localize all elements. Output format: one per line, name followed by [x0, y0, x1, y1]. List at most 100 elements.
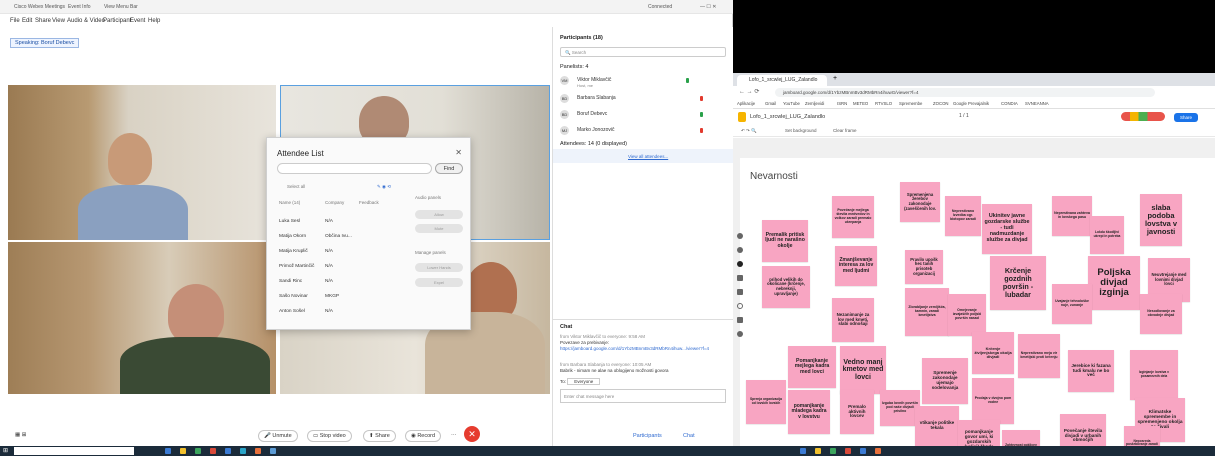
app-icon[interactable]	[875, 448, 881, 454]
layout-icon[interactable]: ▦ ⊞	[10, 430, 32, 442]
start-icon[interactable]: ⊞	[3, 447, 8, 454]
app-icon[interactable]	[845, 448, 851, 454]
attendee-search-input[interactable]	[277, 163, 432, 174]
sticky-note[interactable]: Izguba lovnih površin pod naše divjadi p…	[880, 390, 920, 426]
app-icon[interactable]	[165, 448, 171, 454]
sticky-note[interactable]: Krčenje gozdnih površin - lubadar	[990, 256, 1046, 310]
undo-redo-icons[interactable]: ↶ ↷ 🔍	[741, 128, 757, 134]
textbox-icon[interactable]	[737, 317, 743, 323]
menu-participant[interactable]: Participant	[103, 18, 131, 24]
panelist-row[interactable]: VM Viktor Miklavčič Host, me	[560, 75, 730, 88]
sticky-note[interactable]: Ukinitev javne gozdarske službe - tudi n…	[982, 204, 1032, 254]
allow-button[interactable]: Allow	[415, 210, 463, 219]
mic-muted-icon[interactable]	[700, 128, 703, 133]
bookmark[interactable]: Gmail	[765, 101, 776, 106]
sticky-note[interactable]: Lokdu škodljivi ukrepi in potreba	[1090, 216, 1124, 254]
set-background-button[interactable]: Set background	[785, 128, 817, 133]
find-button[interactable]: Find	[435, 163, 463, 174]
sticky-note[interactable]: Povečanje mejlega števila medvedov in vo…	[832, 196, 874, 238]
pen-icon[interactable]	[737, 233, 743, 239]
menu-event[interactable]: Event	[130, 18, 145, 24]
column-feedback[interactable]: Feedback	[359, 200, 379, 205]
sticky-note[interactable]: Zlorabljanje zemljišča, kamnin, zaradi k…	[905, 288, 949, 336]
bookmark[interactable]: METEO	[853, 101, 868, 106]
sticky-note[interactable]: Pomanjkanje mejlega kadra med lovci	[788, 346, 836, 388]
sticky-note[interactable]: Nezanimanje za lov med kmeti, slabi odno…	[832, 298, 874, 342]
attendee-row[interactable]: Sašo Novinar MKGP	[277, 291, 397, 303]
sticky-note[interactable]: Neprestivano meja vir kmetijski proti kr…	[1018, 334, 1060, 378]
menu-edit[interactable]: Edit	[22, 18, 32, 24]
nav-icons[interactable]: ← → ⟳	[739, 88, 759, 95]
chat-input[interactable]: Enter chat message here	[560, 389, 726, 403]
sticky-note[interactable]: vtikanje politike tekala	[915, 406, 959, 446]
attendee-row[interactable]: Anton Sošel N/A	[277, 306, 397, 318]
sticky-note[interactable]: Spremenje zakonodaje ujemajo sodelovanja	[922, 358, 968, 404]
view-menu-bar-tab[interactable]: View Menu Bar	[104, 4, 138, 10]
panelist-row[interactable]: BD Boruf Debevc	[560, 109, 730, 121]
new-tab-icon[interactable]: +	[833, 75, 837, 82]
unmute-button[interactable]: 🎤 Unmute	[258, 430, 298, 442]
app-icon[interactable]	[240, 448, 246, 454]
bookmark[interactable]: SVNEANNA	[1025, 101, 1049, 106]
record-button[interactable]: ◉ Record	[405, 430, 442, 442]
app-icon[interactable]	[860, 448, 866, 454]
sticky-note[interactable]: Omejevanje izvajaščih poljski površin na…	[948, 294, 986, 336]
sticky-note[interactable]: Uvajanje tehnološke nuje, zunanje	[1052, 284, 1092, 324]
app-icon[interactable]	[830, 448, 836, 454]
attendee-row[interactable]: Matija Kruplič N/A	[277, 246, 397, 258]
app-icon[interactable]	[180, 448, 186, 454]
chat-recipient[interactable]: To: Everyone	[560, 378, 601, 385]
attendee-row[interactable]: Matija Okorn Občina Ivu...	[277, 231, 397, 243]
column-company[interactable]: Company	[325, 200, 344, 205]
column-name[interactable]: Name (14)	[279, 200, 300, 205]
video-tile-3[interactable]	[8, 242, 276, 394]
event-info-tab[interactable]: Event Info	[68, 4, 91, 10]
app-icon[interactable]	[225, 448, 231, 454]
menu-help[interactable]: Help	[148, 18, 160, 24]
mic-muted-icon[interactable]	[700, 96, 703, 101]
menu-view[interactable]: View	[52, 18, 65, 24]
clear-frame-button[interactable]: Clear frame	[833, 128, 857, 133]
mic-on-icon[interactable]	[686, 78, 689, 83]
mic-on-icon[interactable]	[700, 112, 703, 117]
app-icon[interactable]	[195, 448, 201, 454]
sticky-note[interactable]: Pravilo upošk hec tanih prisoteb organiz…	[905, 250, 943, 284]
sticky-note[interactable]: Premalo aktivnih lovcev	[840, 390, 874, 434]
sticky-note[interactable]: Jerebice ki fazana tudi kmalu ne bo več	[1068, 350, 1114, 392]
sticky-note[interactable]: prihod velikih do okolicane (krčenje, ne…	[762, 266, 810, 308]
sticky-note[interactable]: Neprestivano Izvedba ogr. biotopov zarad…	[945, 196, 981, 236]
jamboard-share-button[interactable]: Share	[1174, 113, 1198, 122]
sticky-note[interactable]: slaba podoba lovstva v javnosti	[1140, 194, 1182, 246]
bookmark[interactable]: ZOCON	[933, 101, 949, 106]
attendee-row[interactable]: Primož Martinčič N/A	[277, 261, 397, 273]
bookmark[interactable]: Aplikacije	[737, 101, 755, 106]
sticky-note[interactable]: Izginjanje lovstva v posameznih dela	[1130, 350, 1178, 400]
attendee-tools-icons[interactable]: ✎ ◉ ⟲	[377, 184, 391, 190]
view-all-attendees-link[interactable]: View all attendees...	[628, 154, 668, 159]
browser-tab[interactable]: Lofo_1_srcwlej_LUG_Zalandlo	[737, 75, 827, 86]
sticky-note[interactable]: Nesodlovanje za obvodnje divjad	[1140, 294, 1182, 334]
menu-audio-video[interactable]: Audio & Video	[67, 18, 105, 24]
url-field[interactable]: jamboard.google.com/d/1YbzMBnmBv3dRMbRn4…	[775, 88, 1155, 97]
bookmark[interactable]: ISRN	[837, 101, 847, 106]
chat-toggle[interactable]: Chat	[678, 431, 700, 443]
video-tile-1[interactable]	[8, 85, 276, 240]
participant-search-input[interactable]: 🔍 Search	[560, 47, 726, 57]
chat-link[interactable]: https://jamboard.google.com/d/1YbzMBnmBv…	[560, 346, 725, 351]
app-icon[interactable]	[815, 448, 821, 454]
sticky-note[interactable]: Poljska divjad izginja	[1088, 256, 1140, 310]
menu-file[interactable]: File	[10, 18, 20, 24]
sticky-note[interactable]: Krčenje življenjskega okolja divjadi	[972, 332, 1014, 374]
window-controls[interactable]: — ☐ ✕	[700, 4, 716, 10]
attendee-row[interactable]: Luka Sesl N/A	[277, 216, 397, 228]
sticky-note[interactable]: Premalik pritisk ljudi ne narašno okolje	[762, 220, 808, 262]
stop-video-button[interactable]: ▭ Stop video	[307, 430, 352, 442]
sticky-note[interactable]: pomanjkanje mladega kadra v lovstvu	[788, 390, 830, 434]
bookmark[interactable]: Spremembe	[899, 101, 922, 106]
participants-toggle[interactable]: Participants	[628, 431, 667, 443]
sticky-note[interactable]: Zmanjševanje interesa za lov med ljudmi	[835, 246, 877, 286]
jamboard-title[interactable]: Lofo_1_srcwlej_LUG_Zalandlo	[750, 114, 825, 120]
frame-indicator[interactable]: 1 / 1	[959, 113, 969, 119]
bookmark[interactable]: CONDIA	[1001, 101, 1018, 106]
sticky-note[interactable]: Spremenjena žerebov zakonodaje (zaveščen…	[900, 182, 940, 222]
